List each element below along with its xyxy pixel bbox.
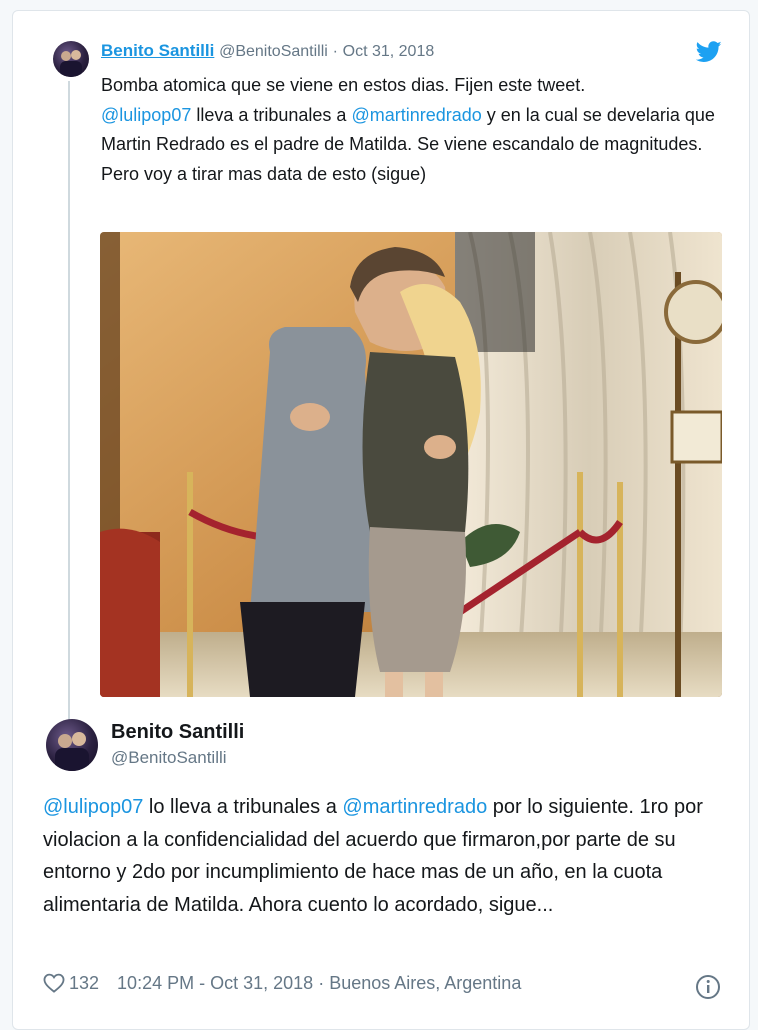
tweet-timestamp[interactable]: 10:24 PM - Oct 31, 2018 [117, 973, 313, 993]
mention-lulipop07[interactable]: @lulipop07 [101, 105, 191, 125]
author-handle[interactable]: @BenitoSantilli [219, 43, 328, 60]
like-count: 132 [69, 973, 100, 993]
tweet-date[interactable]: Oct 31, 2018 [343, 43, 435, 60]
tweet-header: Benito Santilli @BenitoSantilli · Oct 31… [101, 41, 434, 61]
separator-dot: · [332, 43, 338, 60]
tweet-footer: 132 10:24 PM - Oct 31, 2018 · Buenos Aire… [43, 973, 521, 994]
author-name[interactable]: Benito Santilli [111, 721, 244, 744]
tweet-location[interactable]: Buenos Aires, Argentina [329, 973, 521, 993]
info-icon[interactable] [695, 974, 721, 1000]
author-avatar[interactable] [53, 41, 89, 77]
heart-icon[interactable] [43, 973, 65, 993]
twitter-bird-icon[interactable] [696, 41, 722, 63]
tweet-text-mid: lo lleva a tribunales a [143, 796, 343, 818]
author-avatar-large[interactable] [46, 719, 98, 771]
tweet-text-mid: lleva a tribunales a [191, 104, 352, 125]
tweet-text: @lulipop07 lo lleva a tribunales a @mart… [43, 791, 733, 921]
thread-connector-line [68, 81, 70, 721]
author-name-link[interactable]: Benito Santilli [101, 41, 214, 60]
tweet-text-line1: Bomba atomica que se viene en estos dias… [101, 75, 586, 95]
tweet-text: Bomba atomica que se viene en estos dias… [101, 71, 716, 189]
author-handle[interactable]: @BenitoSantilli [111, 748, 227, 768]
tweet-card: Benito Santilli @BenitoSantilli · Oct 31… [12, 10, 750, 1030]
mention-martinredrado[interactable]: @martinredrado [351, 105, 481, 125]
mention-lulipop07[interactable]: @lulipop07 [43, 796, 143, 818]
tweet-photo[interactable] [100, 232, 722, 697]
photo-illustration [100, 232, 722, 697]
separator-dot: · [318, 973, 325, 993]
mention-martinredrado[interactable]: @martinredrado [342, 796, 487, 818]
